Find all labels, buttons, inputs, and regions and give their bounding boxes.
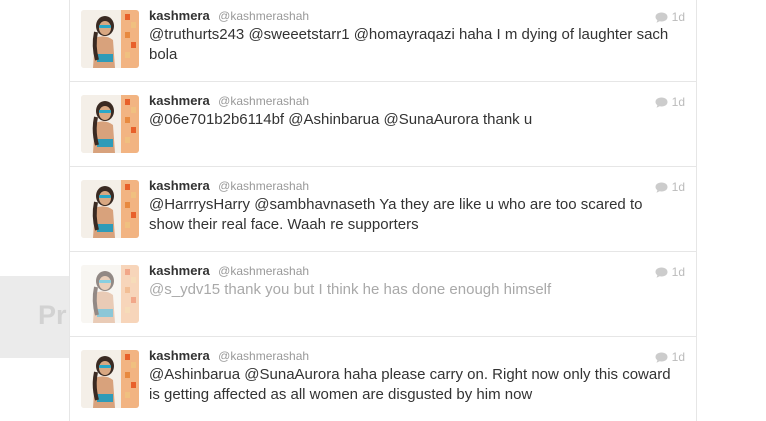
tweet-text: @06e701b2b6114bf @Ashinbarua @SunaAurora… [149,111,533,128]
profile-photo-icon [81,95,139,153]
tweet-item[interactable]: kashmera @kashmerashah 1d @06e701b2b6114… [70,83,696,167]
avatar[interactable] [81,180,139,238]
tweet-timestamp[interactable]: 1d [655,180,685,194]
background-panel-text: Pr [38,300,67,330]
avatar[interactable] [81,10,139,68]
tweet-item[interactable]: kashmera @kashmerashah 1d @Ashinbarua @S… [70,338,696,421]
tweet-text: @s_ydv15 thank you but I think he has do… [149,281,552,298]
speech-bubble-icon [655,12,668,23]
tweet-item[interactable]: kashmera @kashmerashah 1d @HarrrysHarry … [70,168,696,252]
user-handle[interactable]: @kashmerashah [218,179,309,193]
user-handle[interactable]: @kashmerashah [218,9,309,23]
speech-bubble-icon [655,182,668,193]
tweet-header: kashmera @kashmerashah [149,92,309,110]
tweet-time-label: 1d [671,10,685,24]
profile-photo-icon [81,180,139,238]
user-name[interactable]: kashmera [149,93,210,108]
tweet-timestamp[interactable]: 1d [655,265,685,279]
user-handle[interactable]: @kashmerashah [218,94,309,108]
avatar[interactable] [81,95,139,153]
tweet-time-label: 1d [671,180,685,194]
avatar[interactable] [81,265,139,323]
user-name[interactable]: kashmera [149,348,210,363]
tweet-header: kashmera @kashmerashah [149,177,309,195]
tweet-item[interactable]: kashmera @kashmerashah 1d @truthurts243 … [70,0,696,82]
speech-bubble-icon [655,97,668,108]
user-handle[interactable]: @kashmerashah [218,264,309,278]
profile-photo-icon [81,350,139,408]
tweet-timestamp[interactable]: 1d [655,350,685,364]
page: Pr kashmera @kashmerashah 1d @truthurts2… [0,0,766,421]
tweet-timestamp[interactable]: 1d [655,10,685,24]
tweet-header: kashmera @kashmerashah [149,347,309,365]
user-name[interactable]: kashmera [149,178,210,193]
tweet-time-label: 1d [671,265,685,279]
speech-bubble-icon [655,267,668,278]
tweet-text: @HarrrysHarry @sambhavnaseth Ya they are… [149,196,643,233]
profile-photo-icon [81,265,139,323]
tweet-timeline: kashmera @kashmerashah 1d @truthurts243 … [69,0,697,421]
tweet-time-label: 1d [671,350,685,364]
tweet-header: kashmera @kashmerashah [149,7,309,25]
tweet-text: @truthurts243 @sweeetstarr1 @homayraqazi… [149,26,669,63]
speech-bubble-icon [655,352,668,363]
tweet-header: kashmera @kashmerashah [149,262,309,280]
tweet-time-label: 1d [671,95,685,109]
user-name[interactable]: kashmera [149,263,210,278]
profile-photo-icon [81,10,139,68]
user-name[interactable]: kashmera [149,8,210,23]
user-handle[interactable]: @kashmerashah [218,349,309,363]
tweet-text: @Ashinbarua @SunaAurora haha please carr… [149,366,671,403]
tweet-timestamp[interactable]: 1d [655,95,685,109]
avatar[interactable] [81,350,139,408]
tweet-item[interactable]: kashmera @kashmerashah 1d @s_ydv15 thank… [70,253,696,337]
